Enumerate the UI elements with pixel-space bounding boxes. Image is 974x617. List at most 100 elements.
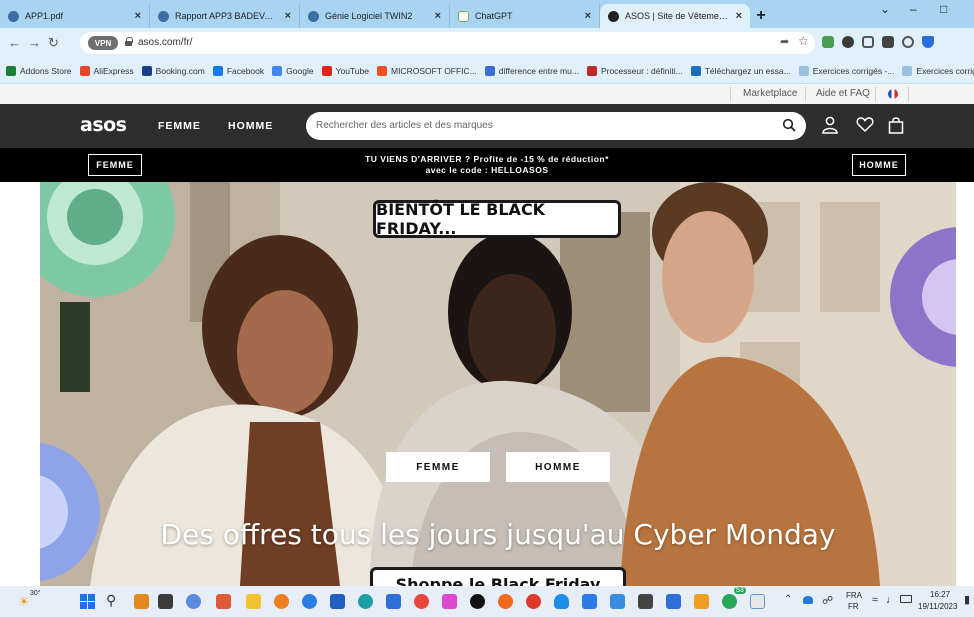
url-text[interactable]: asos.com/fr/ bbox=[138, 37, 192, 48]
bookmark-item[interactable]: Google bbox=[272, 65, 314, 76]
close-tab-icon[interactable]: × bbox=[736, 10, 742, 22]
minimize-icon[interactable]: – bbox=[910, 2, 917, 16]
app-icon[interactable] bbox=[638, 594, 653, 609]
windows-start-icon[interactable] bbox=[80, 594, 95, 609]
language-top[interactable]: FRA bbox=[846, 591, 862, 600]
browser-tab[interactable]: APP1.pdf × bbox=[0, 4, 150, 28]
hero-banner[interactable]: BIENTÔT LE BLACK FRIDAY... FEMME HOMME D… bbox=[40, 182, 956, 586]
weather-icon[interactable]: ☀ bbox=[18, 594, 30, 610]
tiktok-icon[interactable] bbox=[470, 594, 485, 609]
vpn-badge[interactable]: VPN bbox=[88, 36, 118, 50]
nav-men[interactable]: HOMME bbox=[228, 120, 273, 132]
forward-icon[interactable]: → bbox=[28, 35, 41, 50]
app-icon[interactable] bbox=[610, 594, 625, 609]
app-icon[interactable] bbox=[694, 594, 709, 609]
new-tab-button[interactable]: + bbox=[750, 4, 772, 28]
chevron-up-icon[interactable]: ⌃ bbox=[784, 594, 792, 605]
opera-icon[interactable] bbox=[526, 594, 541, 609]
language-bottom[interactable]: FR bbox=[848, 602, 859, 611]
bookmark-item[interactable]: Exercices corrigés d... bbox=[902, 65, 974, 76]
reload-icon[interactable]: ↻ bbox=[48, 35, 59, 51]
chrome-icon[interactable] bbox=[722, 594, 737, 609]
app-icon[interactable] bbox=[186, 594, 201, 609]
bookmark-item[interactable]: YouTube bbox=[321, 65, 369, 76]
bookmark-item[interactable]: Exercices corrigés -... bbox=[798, 65, 894, 76]
bookmark-item[interactable]: AliExpress bbox=[79, 65, 134, 76]
promo-women-button[interactable]: FEMME bbox=[88, 154, 142, 176]
heart-icon[interactable] bbox=[856, 116, 874, 133]
network-icon[interactable]: ☍ bbox=[822, 594, 833, 607]
bookmark-item[interactable]: Processeur : définiti... bbox=[586, 65, 683, 76]
edge-icon[interactable] bbox=[302, 594, 317, 609]
bookmark-item[interactable]: Téléchargez un essa... bbox=[690, 65, 791, 76]
bookmark-item[interactable]: Booking.com bbox=[141, 65, 205, 76]
maximize-icon[interactable]: □ bbox=[940, 2, 947, 16]
shop-black-friday-bubble[interactable]: Shoppe le Black Friday bbox=[370, 567, 626, 586]
onedrive-tray-icon[interactable] bbox=[803, 596, 813, 604]
close-tab-icon[interactable]: × bbox=[435, 10, 441, 22]
notifications-icon[interactable]: ▮ bbox=[964, 593, 970, 606]
extension-icon[interactable] bbox=[862, 36, 874, 48]
app-icon[interactable] bbox=[274, 594, 289, 609]
bookmark-item[interactable]: difference entre mu... bbox=[484, 65, 579, 76]
clock-date[interactable]: 19/11/2023 bbox=[918, 602, 957, 611]
close-tab-icon[interactable]: × bbox=[585, 10, 591, 22]
shopping-bag-icon[interactable] bbox=[888, 116, 904, 134]
hero-women-button[interactable]: FEMME bbox=[386, 452, 490, 482]
promo-banner: FEMME TU VIENS D'ARRIVER ? Profite de -1… bbox=[0, 148, 974, 182]
vscode-icon[interactable] bbox=[582, 594, 597, 609]
country-flag-icon[interactable] bbox=[888, 89, 898, 99]
share-icon[interactable]: ➦ bbox=[780, 35, 789, 48]
browser-tab-active[interactable]: ASOS | Site de Vêtements | Tend × bbox=[600, 4, 750, 28]
bookmark-item[interactable]: MICROSOFT OFFIC... bbox=[376, 65, 477, 76]
mail-icon[interactable] bbox=[330, 594, 345, 609]
help-faq-link[interactable]: Aide et FAQ bbox=[816, 88, 870, 99]
bookmark-star-icon[interactable]: ☆ bbox=[798, 34, 809, 48]
extension-icon[interactable] bbox=[822, 36, 834, 48]
search-input[interactable]: Rechercher des articles et des marques bbox=[306, 112, 806, 140]
app-icon[interactable] bbox=[216, 594, 231, 609]
browser-tab[interactable]: Rapport APP3 BADEVA.pdf × bbox=[150, 4, 300, 28]
wifi-icon[interactable]: ≈ bbox=[872, 594, 878, 606]
bookmark-item[interactable]: Facebook bbox=[212, 65, 264, 76]
shield-icon[interactable] bbox=[922, 36, 934, 48]
browser-tab[interactable]: Génie Logiciel TWIN2 × bbox=[300, 4, 450, 28]
search-icon[interactable]: ⚲ bbox=[106, 592, 116, 609]
bookmark-label: AliExpress bbox=[93, 65, 134, 76]
bookmark-favicon-icon bbox=[902, 65, 913, 76]
app-icon[interactable] bbox=[134, 594, 149, 609]
browser-tab[interactable]: ChatGPT × bbox=[450, 4, 600, 28]
clock-time[interactable]: 16:27 bbox=[930, 590, 950, 599]
notepad-icon[interactable] bbox=[750, 594, 765, 609]
close-tab-icon[interactable]: × bbox=[135, 10, 141, 22]
close-tab-icon[interactable]: × bbox=[285, 10, 291, 22]
promo-men-button[interactable]: HOMME bbox=[852, 154, 906, 176]
search-icon[interactable] bbox=[782, 118, 796, 132]
app-icon[interactable] bbox=[666, 594, 681, 609]
task-view-icon[interactable] bbox=[158, 594, 173, 609]
tab-search-icon[interactable]: ⌄ bbox=[880, 2, 890, 16]
file-explorer-icon[interactable] bbox=[246, 594, 261, 609]
sidebar-icon[interactable] bbox=[882, 36, 894, 48]
app-icon[interactable] bbox=[358, 594, 373, 609]
asos-logo[interactable]: asos bbox=[80, 114, 127, 136]
back-icon[interactable]: ← bbox=[8, 35, 21, 50]
marketplace-link[interactable]: Marketplace bbox=[743, 88, 797, 99]
extension-icon[interactable] bbox=[842, 36, 854, 48]
battery-icon[interactable] bbox=[900, 595, 912, 603]
instagram-icon[interactable] bbox=[442, 594, 457, 609]
nav-women[interactable]: FEMME bbox=[158, 120, 201, 132]
bookmark-favicon-icon bbox=[798, 65, 809, 76]
speaker-icon[interactable]: ♩ bbox=[886, 594, 897, 606]
firefox-icon[interactable] bbox=[498, 594, 513, 609]
promo-text[interactable]: TU VIENS D'ARRIVER ? Profite de -15 % de… bbox=[330, 154, 644, 176]
url-field[interactable]: VPN asos.com/fr/ ➦ ☆ bbox=[80, 32, 815, 54]
bookmark-item[interactable]: Addons Store bbox=[6, 65, 72, 76]
hero-men-button[interactable]: HOMME bbox=[506, 452, 610, 482]
account-icon[interactable] bbox=[822, 116, 838, 134]
app-icon[interactable] bbox=[386, 594, 401, 609]
profile-icon[interactable] bbox=[902, 36, 914, 48]
lock-icon[interactable] bbox=[125, 37, 133, 46]
app-icon[interactable] bbox=[414, 594, 429, 609]
onedrive-icon[interactable] bbox=[554, 594, 569, 609]
